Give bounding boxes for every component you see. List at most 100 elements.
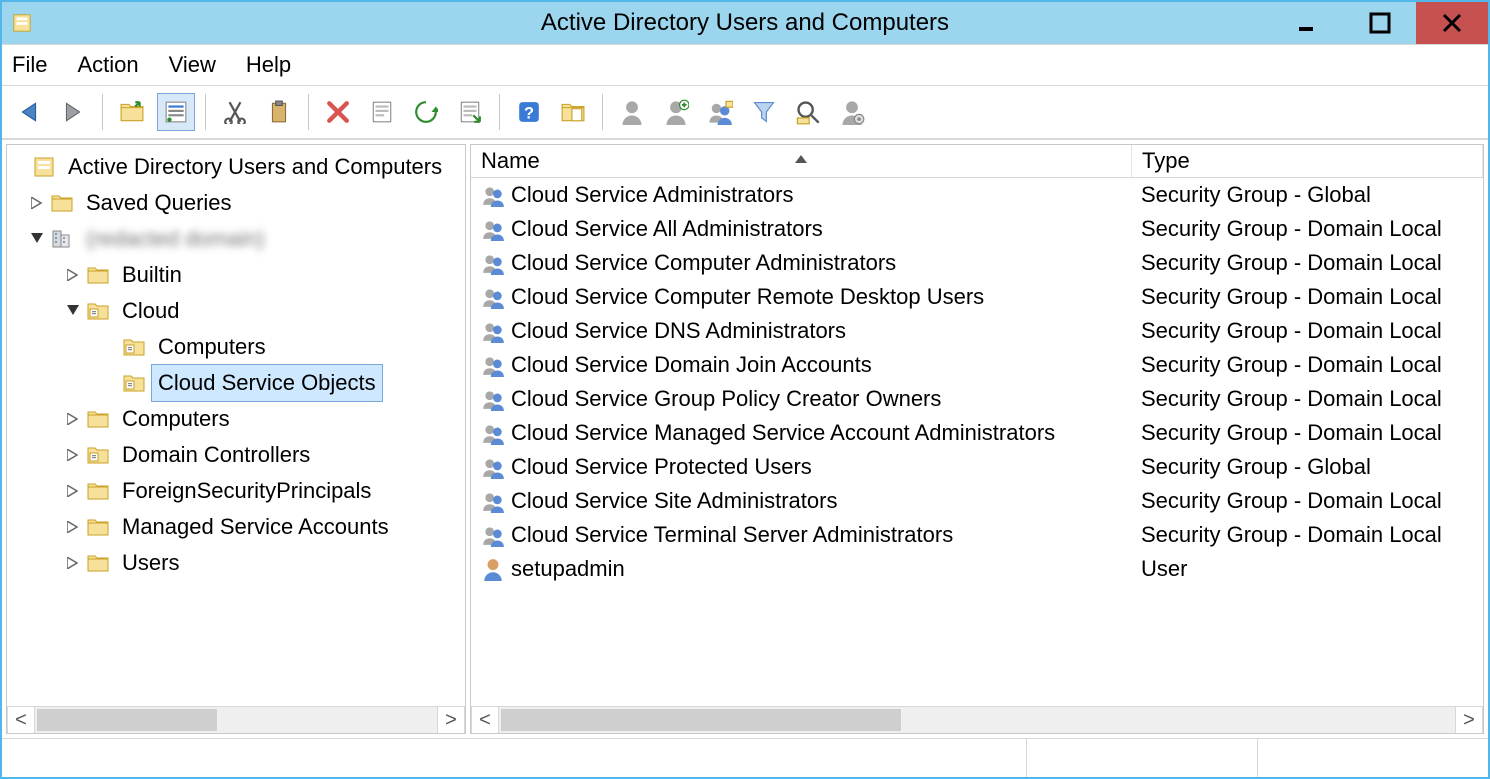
collapse-icon[interactable] <box>29 231 45 247</box>
scroll-track[interactable] <box>35 707 437 733</box>
cell-type: Security Group - Domain Local <box>1131 386 1483 412</box>
list-row[interactable]: setupadmin User <box>471 552 1483 586</box>
tree-fsp[interactable]: ForeignSecurityPrincipals <box>11 473 461 509</box>
scroll-right-button[interactable]: > <box>437 707 465 733</box>
tree-users[interactable]: Users <box>11 545 461 581</box>
status-segment <box>2 739 1026 777</box>
window: Active Directory Users and Computers Fil… <box>0 0 1490 779</box>
filter-button[interactable] <box>745 93 783 131</box>
tree-cloud-service-objects[interactable]: Cloud Service Objects <box>11 365 461 401</box>
menu-help[interactable]: Help <box>246 52 291 78</box>
menu-file[interactable]: File <box>12 52 47 78</box>
tree-saved-queries[interactable]: Saved Queries <box>11 185 461 221</box>
list-row[interactable]: Cloud Service All AdministratorsSecurity… <box>471 212 1483 246</box>
expand-icon[interactable] <box>65 447 81 463</box>
spacer <box>101 339 117 355</box>
tree-cloud[interactable]: Cloud <box>11 293 461 329</box>
export-list-button[interactable] <box>451 93 489 131</box>
group-icon <box>481 217 505 241</box>
tree-domain-controllers[interactable]: Domain Controllers <box>11 437 461 473</box>
expand-icon[interactable] <box>29 195 45 211</box>
list-row[interactable]: Cloud Service Domain Join AccountsSecuri… <box>471 348 1483 382</box>
tree-root[interactable]: Active Directory Users and Computers <box>11 149 461 185</box>
cell-type: Security Group - Domain Local <box>1131 318 1483 344</box>
list-row[interactable]: Cloud Service AdministratorsSecurity Gro… <box>471 178 1483 212</box>
toolbar-separator <box>102 94 103 130</box>
tree-builtin[interactable]: Builtin <box>11 257 461 293</box>
group-icon <box>481 285 505 309</box>
collapse-icon[interactable] <box>65 303 81 319</box>
expand-icon[interactable] <box>65 555 81 571</box>
tree-label: Computers <box>115 400 237 438</box>
new-group-button[interactable] <box>657 93 695 131</box>
add-to-group-button[interactable] <box>833 93 871 131</box>
list-row[interactable]: Cloud Service Managed Service Account Ad… <box>471 416 1483 450</box>
expand-icon[interactable] <box>65 519 81 535</box>
menu-action[interactable]: Action <box>77 52 138 78</box>
row-type: User <box>1141 556 1187 582</box>
column-name-label: Name <box>481 148 540 174</box>
new-user-button[interactable] <box>613 93 651 131</box>
spacer <box>101 375 117 391</box>
list-hscroll[interactable]: < > <box>471 706 1483 733</box>
cell-name: Cloud Service All Administrators <box>471 216 1131 242</box>
cell-name: Cloud Service Group Policy Creator Owner… <box>471 386 1131 412</box>
copy-button[interactable] <box>260 93 298 131</box>
scroll-thumb[interactable] <box>37 709 217 731</box>
row-name: Cloud Service Protected Users <box>511 454 812 480</box>
row-name: Cloud Service Computer Remote Desktop Us… <box>511 284 984 310</box>
list-row[interactable]: Cloud Service Protected Users Security Gr… <box>471 450 1483 484</box>
expand-icon[interactable] <box>65 483 81 499</box>
cell-type: Security Group - Domain Local <box>1131 488 1483 514</box>
back-button[interactable] <box>10 93 48 131</box>
cell-type: Security Group - Global <box>1131 454 1483 480</box>
tree-computers[interactable]: Computers <box>11 401 461 437</box>
scroll-thumb[interactable] <box>501 709 901 731</box>
list-row[interactable]: Cloud Service Group Policy Creator Owner… <box>471 382 1483 416</box>
scroll-left-button[interactable]: < <box>7 707 35 733</box>
refresh-button[interactable] <box>407 93 445 131</box>
list-row[interactable]: Cloud Service DNS AdministratorsSecurity… <box>471 314 1483 348</box>
show-hide-tree-button[interactable] <box>157 93 195 131</box>
row-type: Security Group - Domain Local <box>1141 352 1442 378</box>
forward-button[interactable] <box>54 93 92 131</box>
column-name[interactable]: Name <box>471 145 1132 177</box>
row-type: Security Group - Domain Local <box>1141 488 1442 514</box>
column-type[interactable]: Type <box>1132 145 1483 177</box>
tree-label: Managed Service Accounts <box>115 508 396 546</box>
row-name: Cloud Service All Administrators <box>511 216 823 242</box>
help-button[interactable] <box>510 93 548 131</box>
scroll-right-button[interactable]: > <box>1455 707 1483 733</box>
find-button[interactable] <box>554 93 592 131</box>
tree-label: Users <box>115 544 186 582</box>
properties-button[interactable] <box>363 93 401 131</box>
tree-msa[interactable]: Managed Service Accounts <box>11 509 461 545</box>
expand-icon[interactable] <box>65 267 81 283</box>
cell-type: Security Group - Domain Local <box>1131 420 1483 446</box>
window-title: Active Directory Users and Computers <box>2 9 1488 37</box>
list-row[interactable]: Cloud Service Computer AdministratorsSec… <box>471 246 1483 280</box>
list-row[interactable]: Cloud Service Site AdministratorsSecurit… <box>471 484 1483 518</box>
main-area: Active Directory Users and Computers Sav… <box>2 139 1488 738</box>
menu-view[interactable]: View <box>169 52 216 78</box>
tree-label: Computers <box>151 328 273 366</box>
list-row[interactable]: Cloud Service Computer Remote Desktop Us… <box>471 280 1483 314</box>
cut-button[interactable] <box>216 93 254 131</box>
list-body: Cloud Service AdministratorsSecurity Gro… <box>471 178 1483 706</box>
tree-cloud-computers[interactable]: Computers <box>11 329 461 365</box>
group-icon <box>481 489 505 513</box>
cell-name: setupadmin <box>471 556 1131 582</box>
scroll-track[interactable] <box>499 707 1455 733</box>
expand-icon[interactable] <box>65 411 81 427</box>
new-ou-button[interactable] <box>701 93 739 131</box>
cell-type: Security Group - Domain Local <box>1131 352 1483 378</box>
list-row[interactable]: Cloud Service Terminal Server Administra… <box>471 518 1483 552</box>
cell-name: Cloud Service Computer Administrators <box>471 250 1131 276</box>
delete-button[interactable] <box>319 93 357 131</box>
search-button[interactable] <box>789 93 827 131</box>
folder-icon <box>87 516 109 538</box>
up-button[interactable] <box>113 93 151 131</box>
scroll-left-button[interactable]: < <box>471 707 499 733</box>
tree-domain[interactable]: (redacted domain) <box>11 221 461 257</box>
tree-hscroll[interactable]: < > <box>7 706 465 733</box>
